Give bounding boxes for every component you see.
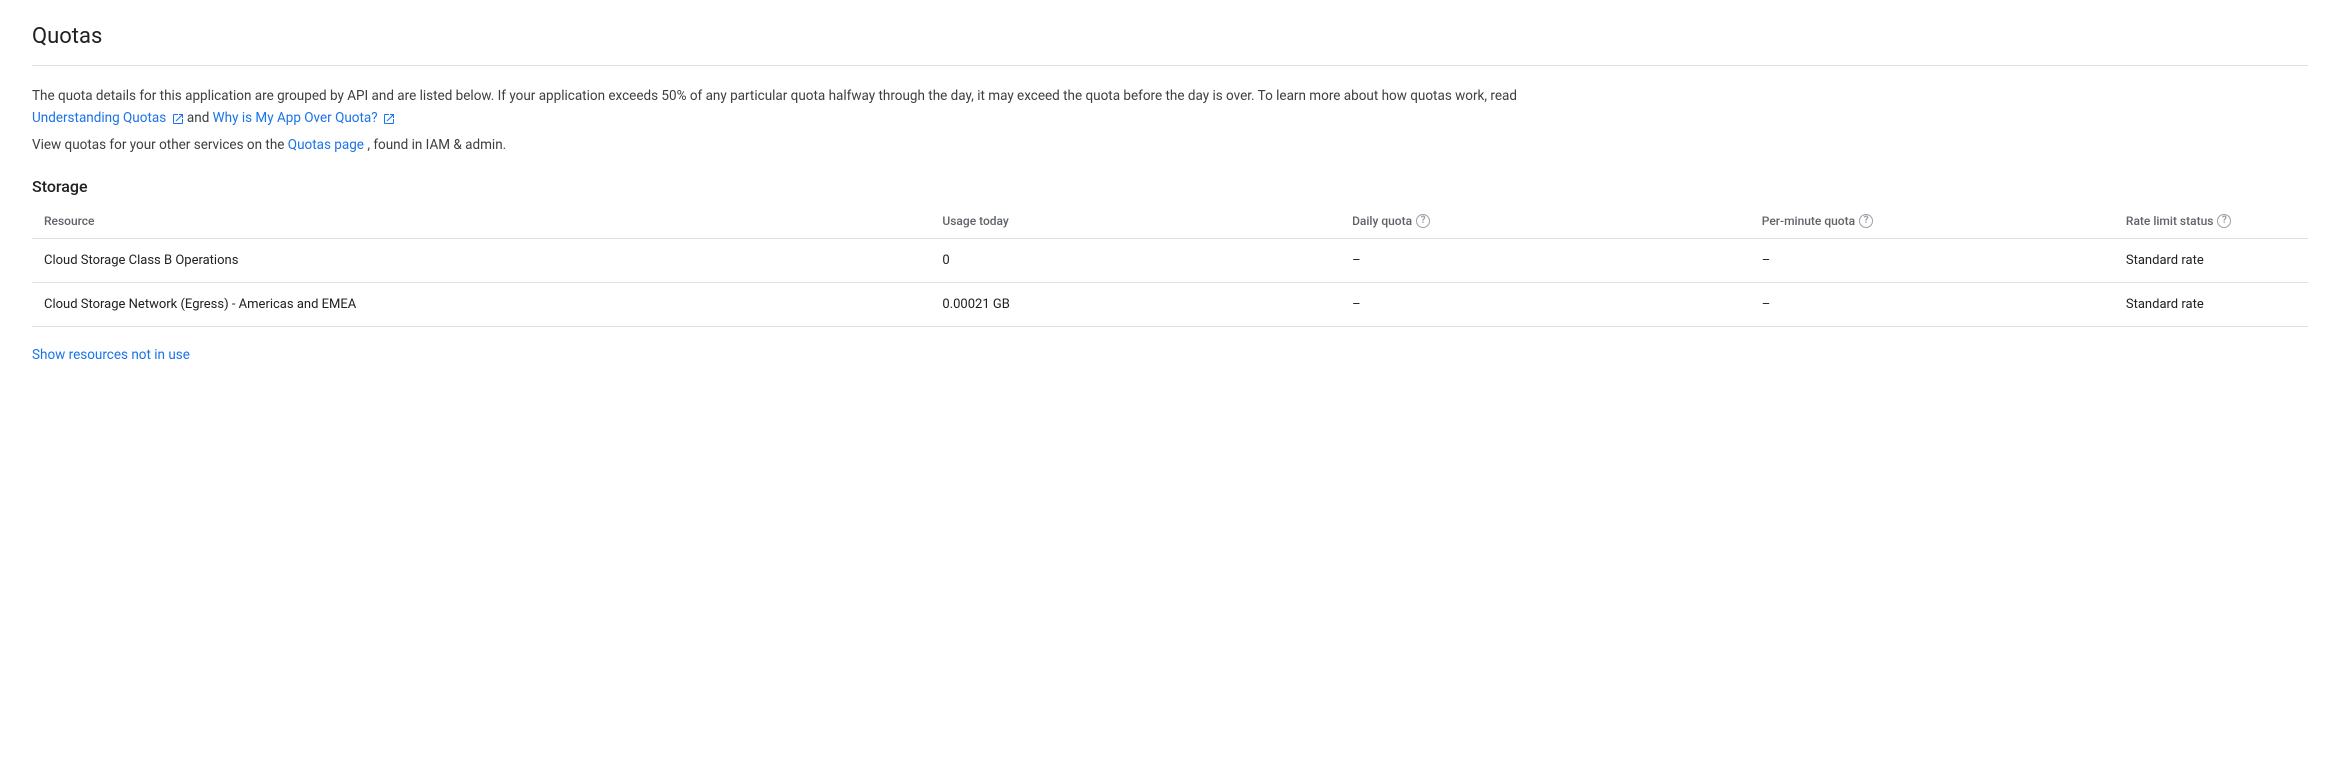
col-header-rate-limit: Rate limit status ? [2126,204,2308,239]
col-header-resource: Resource [32,204,942,239]
app-over-quota-link[interactable]: Why is My App Over Quota? [213,110,395,126]
desc-text-1: The quota details for this application a… [32,88,1517,104]
table-header: Resource Usage today Daily quota ? [32,204,2308,239]
row2-resource: Cloud Storage Network (Egress) - America… [32,283,942,327]
row1-daily-quota: – [1352,239,1762,283]
per-minute-quota-help-icon[interactable]: ? [1859,214,1873,228]
external-link-icon-2 [383,111,395,123]
show-resources-link[interactable]: Show resources not in use [32,347,190,363]
row1-usage: 0 [942,239,1352,283]
external-link-icon-1 [172,111,184,123]
col-header-usage: Usage today [942,204,1352,239]
page-title: Quotas [32,24,2308,49]
description-line2: View quotas for your other services on t… [32,137,2308,153]
understanding-quotas-link[interactable]: Understanding Quotas [32,110,187,126]
quota-table: Resource Usage today Daily quota ? [32,204,2308,327]
row2-usage: 0.00021 GB [942,283,1352,327]
row2-per-minute: – [1762,283,2126,327]
desc-and-text: and [187,110,213,126]
table-row: Cloud Storage Network (Egress) - America… [32,283,2308,327]
row1-resource: Cloud Storage Class B Operations [32,239,942,283]
row1-rate-limit: Standard rate [2126,239,2308,283]
rate-limit-help-icon[interactable]: ? [2217,214,2231,228]
row1-per-minute: – [1762,239,2126,283]
table-body: Cloud Storage Class B Operations 0 – – S… [32,239,2308,327]
description-line1: The quota details for this application a… [32,86,1532,129]
daily-quota-help-icon[interactable]: ? [1416,214,1430,228]
storage-section-title: Storage [32,177,2308,196]
page-container: Quotas The quota details for this applic… [0,0,2340,387]
table-row: Cloud Storage Class B Operations 0 – – S… [32,239,2308,283]
row2-rate-limit: Standard rate [2126,283,2308,327]
col-header-per-minute: Per-minute quota ? [1762,204,2126,239]
header-row: Resource Usage today Daily quota ? [32,204,2308,239]
row2-daily-quota: – [1352,283,1762,327]
section-divider [32,65,2308,66]
col-header-daily-quota: Daily quota ? [1352,204,1762,239]
quotas-page-link[interactable]: Quotas page [288,137,368,153]
